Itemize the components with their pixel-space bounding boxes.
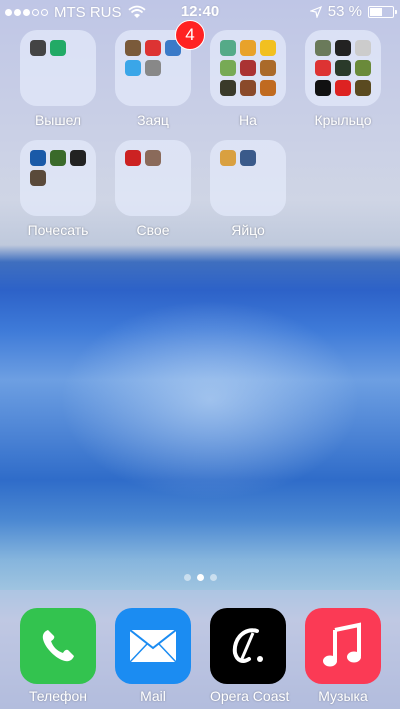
folder-app-thumbnail <box>260 60 276 76</box>
mail-icon[interactable] <box>115 608 191 684</box>
page-dot[interactable] <box>183 574 191 581</box>
folder-label: Крыльцо <box>314 112 372 128</box>
folder-app-thumbnail <box>125 60 141 76</box>
folder-app-thumbnail <box>355 80 371 96</box>
folder[interactable]: Вышел <box>20 30 96 128</box>
location-arrow-icon <box>309 5 322 18</box>
dock-app-phone[interactable]: Телефон <box>20 608 96 704</box>
folder-icon[interactable] <box>20 30 96 106</box>
dock-label: Телефон <box>28 688 88 704</box>
folder-app-thumbnail <box>220 80 236 96</box>
folder-app-thumbnail <box>70 150 86 166</box>
folder[interactable]: На <box>210 30 286 128</box>
folder-icon[interactable] <box>115 140 191 216</box>
folder-app-thumbnail <box>260 80 276 96</box>
folder-app-thumbnail <box>240 80 256 96</box>
folder-app-thumbnail <box>335 40 351 56</box>
dock-label: Музыка <box>318 688 368 704</box>
dock-label: Opera Coast <box>210 688 290 704</box>
folder-app-thumbnail <box>315 40 331 56</box>
folder-label: На <box>239 112 257 128</box>
folder-label: Свое <box>136 222 170 238</box>
folder-app-thumbnail <box>355 60 371 76</box>
folder-label: Заяц <box>137 112 169 128</box>
folder-label: Вышел <box>34 112 82 128</box>
folder[interactable]: 4 Заяц <box>115 20 205 128</box>
page-dot[interactable] <box>196 574 204 581</box>
dock-label: Mail <box>140 688 166 704</box>
folder-app-thumbnail <box>30 150 46 166</box>
folder-icon[interactable] <box>210 140 286 216</box>
folder[interactable]: Яйцо <box>210 140 286 238</box>
folder-icon[interactable] <box>20 140 96 216</box>
page-indicator[interactable] <box>0 574 400 581</box>
folder-app-thumbnail <box>145 40 161 56</box>
folder-app-thumbnail <box>335 80 351 96</box>
folder[interactable]: Крыльцо <box>305 30 381 128</box>
folder-app-thumbnail <box>315 60 331 76</box>
folder-app-thumbnail <box>50 40 66 56</box>
folder-app-thumbnail <box>30 40 46 56</box>
battery-percentage: 53 % <box>327 3 362 20</box>
folder-icon[interactable] <box>305 30 381 106</box>
folder-app-thumbnail <box>220 60 236 76</box>
notification-badge: 4 <box>175 20 205 50</box>
folder-app-thumbnail <box>315 80 331 96</box>
folder-label: Яйцо <box>231 222 265 238</box>
folder[interactable]: Свое <box>115 140 191 238</box>
folder-app-thumbnail <box>355 40 371 56</box>
folder-app-thumbnail <box>220 150 236 166</box>
folder-app-thumbnail <box>260 40 276 56</box>
status-bar: MTS RUS 12:40 53 % <box>0 0 400 24</box>
opera-coast-icon[interactable] <box>210 608 286 684</box>
dock-app-mail[interactable]: Mail <box>115 608 191 704</box>
folder-app-thumbnail <box>125 40 141 56</box>
dock-app-opera-coast[interactable]: Opera Coast <box>210 608 290 704</box>
folder-label: Почесать <box>27 222 89 238</box>
folder-icon[interactable] <box>210 30 286 106</box>
folder-app-thumbnail <box>240 150 256 166</box>
folder-app-thumbnail <box>220 40 236 56</box>
folder-app-thumbnail <box>125 150 141 166</box>
folder-app-thumbnail <box>240 60 256 76</box>
phone-icon[interactable] <box>20 608 96 684</box>
folder-app-thumbnail <box>240 40 256 56</box>
dock-app-music[interactable]: Музыка <box>305 608 381 704</box>
music-icon[interactable] <box>305 608 381 684</box>
folder-app-thumbnail <box>335 60 351 76</box>
folder-app-thumbnail <box>145 60 161 76</box>
folder-app-thumbnail <box>50 150 66 166</box>
folder[interactable]: Почесать <box>20 140 96 238</box>
folder-app-thumbnail <box>145 150 161 166</box>
battery-icon <box>368 5 397 18</box>
folder-app-thumbnail <box>30 170 46 186</box>
page-dot[interactable] <box>209 574 217 581</box>
